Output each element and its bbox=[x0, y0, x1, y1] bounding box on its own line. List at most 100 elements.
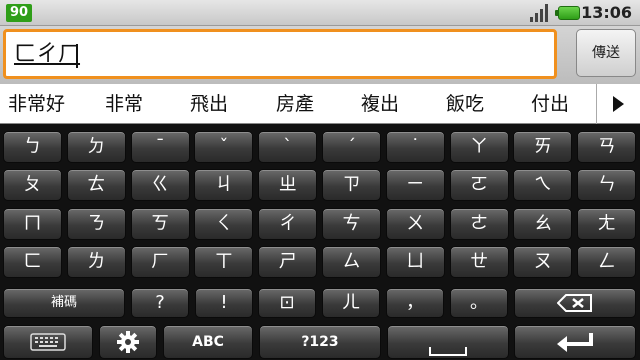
space-key[interactable] bbox=[387, 325, 509, 359]
bopomofo-key[interactable]: ˊ bbox=[322, 131, 381, 163]
bopomofo-key[interactable]: ㄗ bbox=[322, 169, 381, 201]
key-er[interactable]: ㄦ bbox=[322, 288, 380, 318]
bopomofo-key[interactable]: ㄧ bbox=[385, 169, 445, 201]
bopomofo-key[interactable]: ㄍ bbox=[130, 169, 190, 201]
bopomofo-key-label: ㄍ bbox=[151, 174, 170, 195]
candidate-item[interactable]: 飯吃 bbox=[446, 84, 484, 124]
bopomofo-key-label: ㄜ bbox=[470, 213, 489, 234]
bopomofo-key-label: ㄓ bbox=[278, 174, 297, 195]
bopomofo-key-label: ㄒ bbox=[214, 251, 233, 272]
bopomofo-key[interactable]: ㄐ bbox=[194, 169, 254, 201]
candidate-item[interactable]: 飛出 bbox=[190, 84, 228, 124]
bopomofo-key[interactable]: ˉ bbox=[130, 131, 190, 163]
bopomofo-key-label: ˋ bbox=[283, 136, 293, 157]
bopomofo-key[interactable]: ㄣ bbox=[577, 169, 637, 201]
bopomofo-key-label: ㄏ bbox=[151, 251, 170, 272]
send-button[interactable]: 傳送 bbox=[576, 29, 636, 77]
candidate-bar: 非常好 非常 飛出 房產 複出 飯吃 付出 bbox=[0, 84, 640, 124]
bopomofo-key-label: ㄢ bbox=[597, 136, 616, 157]
bopomofo-key[interactable]: ㄚ bbox=[449, 131, 509, 163]
numeric-key[interactable]: ?123 bbox=[259, 325, 381, 359]
bopomofo-key-label: ㄟ bbox=[533, 174, 552, 195]
enter-key[interactable] bbox=[514, 325, 636, 359]
bopomofo-key-label: ㄔ bbox=[278, 213, 297, 234]
bopomofo-key-label: ㄘ bbox=[342, 213, 361, 234]
bopomofo-key[interactable]: ㄒ bbox=[194, 246, 254, 278]
bopomofo-key-label: ˉ bbox=[155, 136, 165, 157]
bopomofo-key[interactable]: ㄓ bbox=[258, 169, 318, 201]
backspace-key[interactable] bbox=[514, 288, 636, 318]
key-comma[interactable]: ， bbox=[386, 288, 444, 318]
candidate-item[interactable]: 付出 bbox=[531, 84, 569, 124]
battery-level-badge: 90 bbox=[6, 4, 33, 22]
candidate-item[interactable]: 複出 bbox=[361, 84, 399, 124]
bopomofo-key[interactable]: ㄆ bbox=[3, 169, 62, 201]
space-icon bbox=[429, 346, 467, 356]
bopomofo-key[interactable]: ㄋ bbox=[66, 208, 126, 240]
bopomofo-key[interactable]: ㄎ bbox=[130, 208, 190, 240]
bopomofo-key-label: ˊ bbox=[347, 136, 356, 157]
keyboard-switch-key[interactable] bbox=[3, 325, 93, 359]
message-input[interactable]: ㄈㄔㄏ bbox=[3, 29, 557, 79]
bopomofo-key-label: ㄙ bbox=[342, 251, 361, 272]
bopomofo-key[interactable]: ㄘ bbox=[322, 208, 381, 240]
bopomofo-key[interactable]: ˋ bbox=[258, 131, 318, 163]
key-exclamation[interactable]: ! bbox=[195, 288, 253, 318]
text-cursor bbox=[76, 44, 78, 68]
bopomofo-key-label: ㄈ bbox=[23, 251, 42, 272]
bopomofo-key[interactable]: ㄌ bbox=[66, 246, 126, 278]
clock: 13:06 bbox=[581, 3, 632, 22]
bopomofo-key-label: ㄇ bbox=[23, 213, 42, 234]
bopomofo-key[interactable]: ㄤ bbox=[577, 208, 637, 240]
bopomofo-key[interactable]: ㄨ bbox=[385, 208, 445, 240]
bopomofo-key-label: ㄩ bbox=[406, 251, 425, 272]
bopomofo-key-label: ㄝ bbox=[470, 251, 489, 272]
bopomofo-key[interactable]: ˙ bbox=[385, 131, 445, 163]
bopomofo-key-label: ㄌ bbox=[87, 251, 106, 272]
settings-key[interactable] bbox=[99, 325, 157, 359]
bopomofo-key[interactable]: ㄝ bbox=[449, 246, 509, 278]
bopomofo-key[interactable]: ㄠ bbox=[513, 208, 573, 240]
bopomofo-key-label: ㄨ bbox=[406, 213, 425, 234]
supplement-key[interactable]: 補碼 bbox=[3, 288, 125, 318]
bopomofo-key[interactable]: ㄊ bbox=[66, 169, 126, 201]
bopomofo-key[interactable]: ㄕ bbox=[258, 246, 318, 278]
candidate-item[interactable]: 非常好 bbox=[8, 84, 65, 124]
bopomofo-key[interactable]: ㄥ bbox=[577, 246, 637, 278]
status-bar: 90 13:06 bbox=[0, 0, 640, 26]
backspace-icon bbox=[557, 294, 592, 312]
bopomofo-key-label: ㄉ bbox=[87, 136, 106, 157]
key-period[interactable]: 。 bbox=[450, 288, 508, 318]
bopomofo-key-label: ˙ bbox=[410, 136, 420, 157]
bopomofo-key-label: ㄋ bbox=[87, 213, 106, 234]
keyboard-icon bbox=[30, 333, 66, 351]
abc-key[interactable]: ABC bbox=[163, 325, 253, 359]
key-question[interactable]: ? bbox=[131, 288, 189, 318]
bopomofo-key[interactable]: ㄅ bbox=[3, 131, 62, 163]
bopomofo-key[interactable]: ㄟ bbox=[513, 169, 573, 201]
candidate-item[interactable]: 房產 bbox=[276, 84, 314, 124]
bopomofo-key[interactable]: ㄢ bbox=[577, 131, 637, 163]
bopomofo-key[interactable]: ㄔ bbox=[258, 208, 318, 240]
more-candidates-arrow-icon[interactable] bbox=[596, 84, 640, 124]
bopomofo-key[interactable]: ㄛ bbox=[449, 169, 509, 201]
bopomofo-key[interactable]: ㄈ bbox=[3, 246, 62, 278]
bopomofo-key[interactable]: ㄑ bbox=[194, 208, 254, 240]
bopomofo-key-label: ˇ bbox=[219, 136, 229, 157]
candidate-item[interactable]: 非常 bbox=[105, 84, 143, 124]
battery-icon bbox=[555, 6, 580, 20]
bopomofo-key[interactable]: ㄏ bbox=[130, 246, 190, 278]
bopomofo-key-label: ㄑ bbox=[214, 213, 233, 234]
bopomofo-key[interactable]: ㄞ bbox=[513, 131, 573, 163]
bopomofo-key[interactable]: ㄙ bbox=[322, 246, 381, 278]
bopomofo-key[interactable]: ㄇ bbox=[3, 208, 62, 240]
bopomofo-key-label: ㄥ bbox=[597, 251, 616, 272]
gear-icon bbox=[117, 331, 139, 353]
key-squared-dot[interactable]: ⊡ bbox=[258, 288, 316, 318]
bopomofo-key[interactable]: ㄉ bbox=[66, 131, 126, 163]
bopomofo-key-label: ㄣ bbox=[597, 174, 616, 195]
bopomofo-key[interactable]: ㄡ bbox=[513, 246, 573, 278]
bopomofo-key[interactable]: ㄩ bbox=[385, 246, 445, 278]
bopomofo-key[interactable]: ˇ bbox=[194, 131, 254, 163]
bopomofo-key[interactable]: ㄜ bbox=[449, 208, 509, 240]
